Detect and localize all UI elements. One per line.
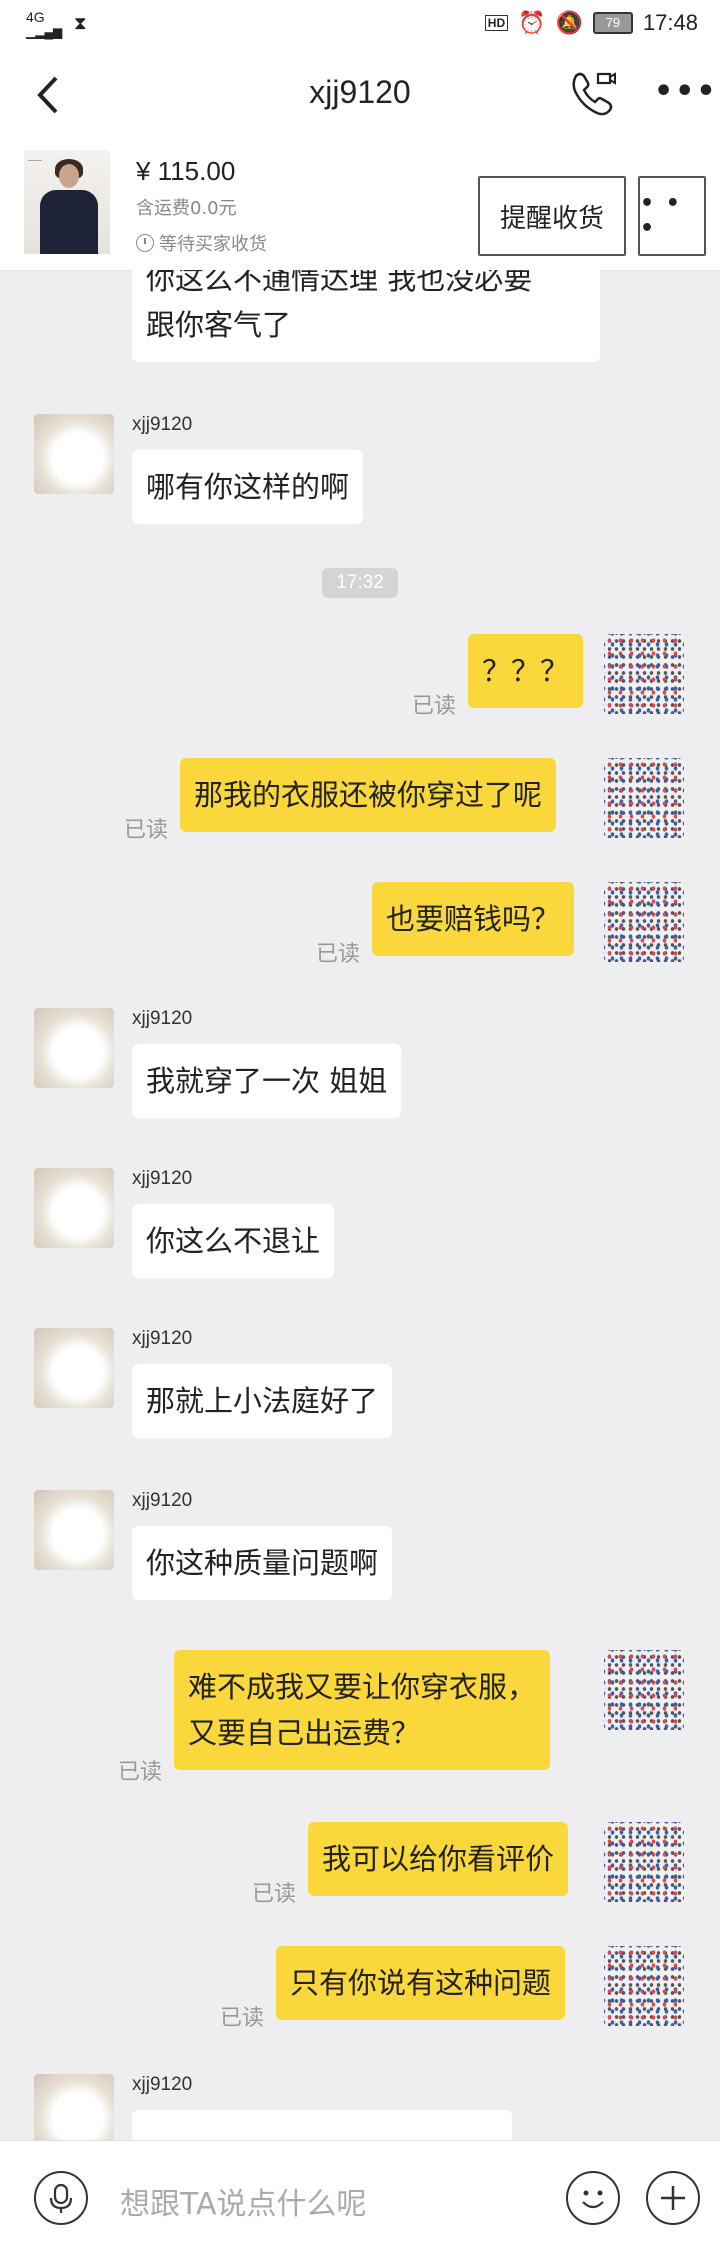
message-bubble-outgoing[interactable]: 也要赔钱吗？	[372, 882, 575, 956]
avatar[interactable]	[604, 1822, 684, 1902]
order-price: ¥ 115.00	[136, 156, 236, 186]
sender-name: xjj9120	[132, 1008, 193, 1029]
plus-icon	[661, 2186, 685, 2210]
voice-input-button[interactable]	[34, 2171, 88, 2225]
avatar[interactable]	[34, 2074, 114, 2140]
alarm-icon: ⏰	[518, 10, 546, 35]
message-bubble-outgoing[interactable]: 我可以给你看评价	[308, 1822, 569, 1896]
message-bubble-outgoing[interactable]: 难不成我又要让你穿衣服， 又要自己出运费？	[174, 1650, 551, 1770]
avatar[interactable]	[604, 1946, 684, 2026]
hourglass-icon: ⧗	[74, 13, 87, 34]
message-bubble-incoming[interactable]	[132, 2110, 512, 2140]
message-bubble-incoming[interactable]: 哪有你这样的啊	[132, 450, 364, 524]
mute-icon: 🔕	[555, 10, 583, 35]
message-bubble-incoming[interactable]: 你这种质量问题啊	[132, 1526, 393, 1600]
message-input[interactable]: 想跟TA说点什么呢	[120, 2179, 367, 2223]
smiley-icon	[582, 2190, 604, 2209]
battery-icon: 79	[592, 12, 633, 34]
phone-video-icon[interactable]	[568, 66, 618, 116]
message-bubble-outgoing[interactable]: 只有你说有这种问题	[276, 1946, 566, 2020]
sender-name: xjj9120	[132, 2074, 193, 2095]
read-receipt: 已读	[412, 694, 457, 719]
chat-messages[interactable]: 你这么不通情达理 我也没必要 跟你客气了 xjj9120 哪有你这样的啊 17:…	[0, 270, 720, 2140]
avatar[interactable]	[604, 1650, 684, 1730]
avatar[interactable]	[604, 634, 684, 714]
avatar[interactable]	[34, 1490, 114, 1570]
clock-time: 17:48	[642, 10, 698, 35]
avatar[interactable]	[34, 1008, 114, 1088]
nav-bar: xjj9120 •••	[0, 50, 720, 140]
message-bubble-incoming[interactable]: 你这么不退让	[132, 1204, 335, 1278]
sender-name: xjj9120	[132, 1168, 193, 1189]
sender-name: xjj9120	[132, 1490, 193, 1511]
more-options-icon[interactable]: •••	[654, 74, 718, 109]
hd-badge: HD	[484, 15, 509, 31]
sender-name: xjj9120	[132, 414, 193, 435]
message-bubble-incoming[interactable]: 你这么不通情达理 我也没必要 跟你客气了	[132, 270, 600, 362]
read-receipt: 已读	[316, 942, 361, 967]
clock-icon	[136, 234, 154, 252]
signal-icon: ▁▂▄▆	[26, 25, 63, 39]
sender-name: xjj9120	[132, 1328, 193, 1349]
message-bubble-incoming[interactable]: 那就上小法庭好了	[132, 1364, 393, 1438]
message-bubble-outgoing[interactable]: 那我的衣服还被你穿过了呢	[180, 758, 557, 832]
read-receipt: 已读	[252, 1882, 297, 1907]
order-card[interactable]: —— ¥ 115.00 含运费0.0元 等待买家收货 提醒收货 • • •	[0, 140, 720, 271]
message-bubble-outgoing[interactable]: ？？？	[468, 634, 584, 708]
message-bubble-incoming[interactable]: 我就穿了一次 姐姐	[132, 1044, 402, 1118]
network-label: 4G	[26, 9, 45, 25]
avatar[interactable]	[34, 1168, 114, 1248]
input-bar: 想跟TA说点什么呢	[0, 2140, 720, 2254]
read-receipt: 已读	[124, 818, 169, 843]
add-button[interactable]	[646, 2171, 700, 2225]
shipping-fee: 含运费0.0元	[136, 198, 237, 219]
remind-receipt-button[interactable]: 提醒收货	[478, 176, 626, 256]
emoji-button[interactable]	[566, 2171, 620, 2225]
signal-indicator: 4G ▁▂▄▆	[26, 10, 62, 39]
status-bar: 4G ▁▂▄▆ ⧗ HD ⏰ 🔕 79 17:48	[0, 0, 720, 50]
avatar[interactable]	[604, 882, 684, 962]
read-receipt: 已读	[220, 2006, 265, 2031]
product-thumbnail[interactable]: ——	[24, 150, 110, 254]
order-status: 等待买家收货	[136, 230, 267, 256]
avatar[interactable]	[34, 1328, 114, 1408]
avatar[interactable]	[604, 758, 684, 838]
microphone-icon	[49, 2183, 73, 2213]
read-receipt: 已读	[118, 1760, 163, 1785]
order-more-button[interactable]: • • •	[638, 176, 706, 256]
chat-timestamp: 17:32	[322, 568, 398, 598]
avatar[interactable]	[34, 414, 114, 494]
order-status-text: 等待买家收货	[159, 234, 267, 255]
